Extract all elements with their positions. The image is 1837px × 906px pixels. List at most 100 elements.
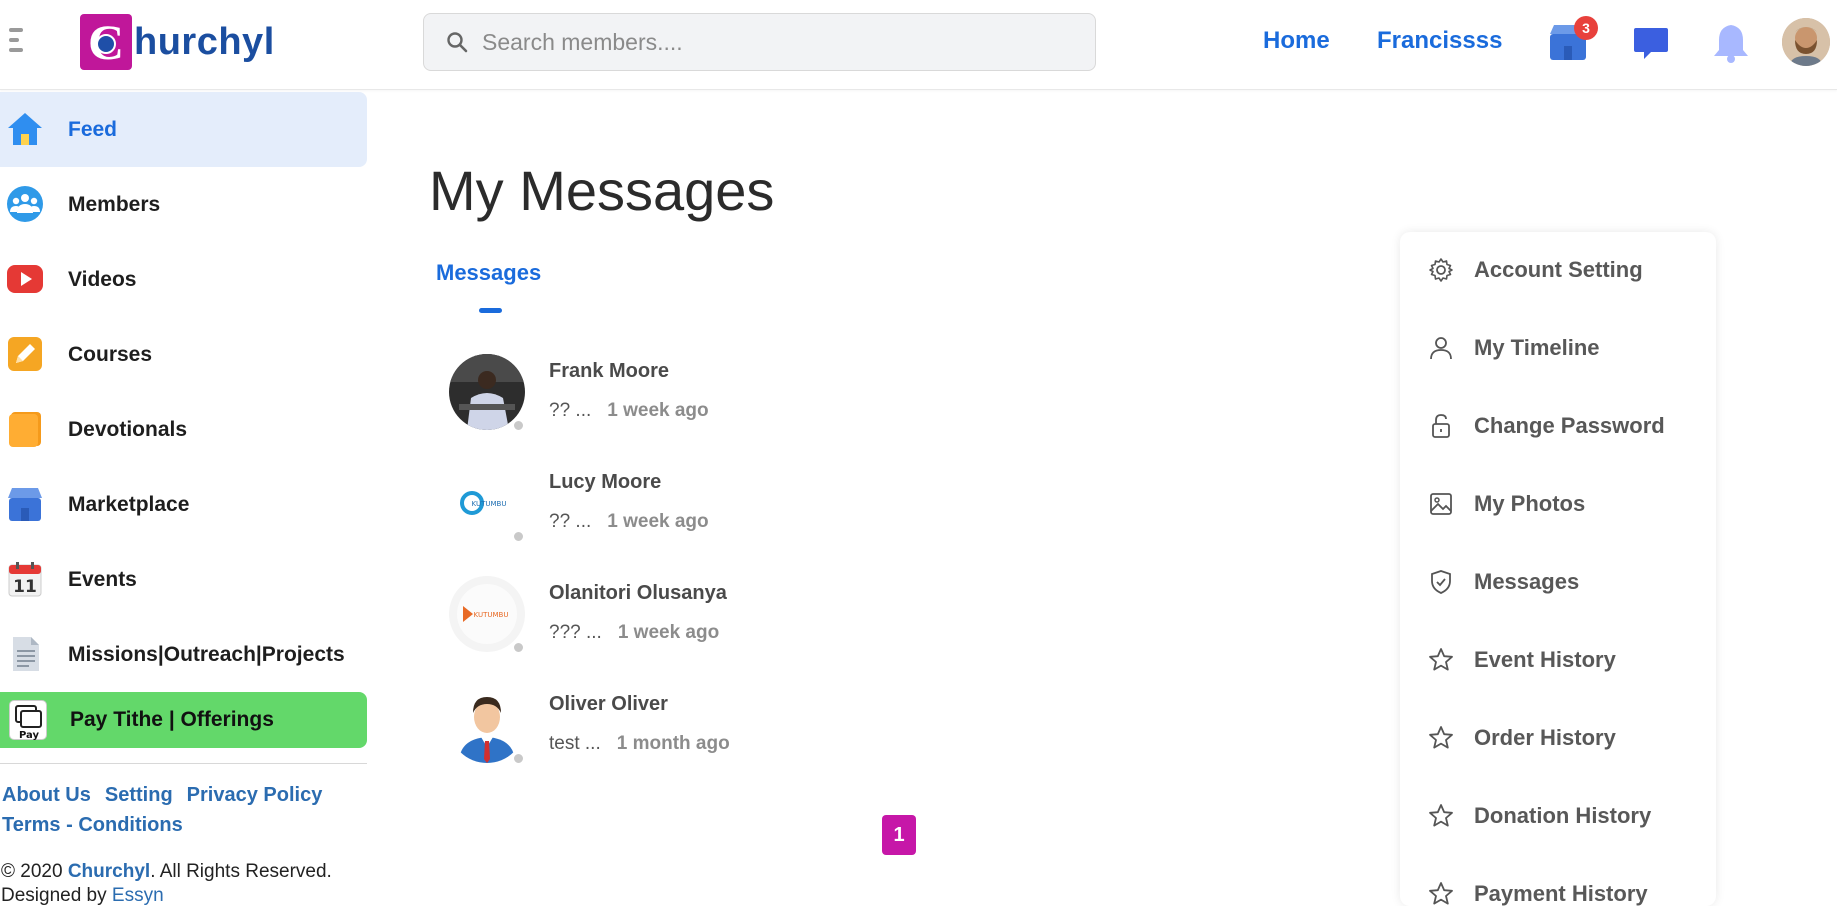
menu-item-my-timeline[interactable]: My Timeline xyxy=(1428,328,1600,368)
sidebar-item-marketplace[interactable]: Marketplace xyxy=(0,467,367,542)
marketplace-store-icon[interactable]: 3 xyxy=(1548,16,1598,62)
menu-item-order-history[interactable]: Order History xyxy=(1428,718,1616,758)
kutumbu-logo-text: KUTUMBU xyxy=(472,500,507,508)
home-icon xyxy=(8,113,42,145)
account-menu: Account Setting My Timeline Change Passw… xyxy=(1400,232,1716,906)
search-bar[interactable] xyxy=(423,13,1096,71)
church-icon xyxy=(96,34,116,54)
sidebar-item-courses[interactable]: Courses xyxy=(0,317,367,392)
members-icon xyxy=(7,186,43,222)
menu-item-label: Order History xyxy=(1474,725,1616,750)
message-sender-name: Frank Moore xyxy=(549,360,670,382)
menu-item-my-photos[interactable]: My Photos xyxy=(1428,484,1585,524)
user-avatar[interactable] xyxy=(1782,18,1830,66)
message-sender-name: Oliver Oliver xyxy=(549,693,668,715)
menu-item-payment-history[interactable]: Payment History xyxy=(1428,874,1648,906)
user-icon xyxy=(1430,337,1452,360)
star-icon xyxy=(1429,726,1453,749)
message-preview: ?? ... 1 week ago xyxy=(549,400,709,422)
message-preview-text: ?? ... xyxy=(549,400,592,421)
footer-link-about[interactable]: About Us xyxy=(2,784,91,806)
sidebar-item-events[interactable]: 11 Events xyxy=(0,542,367,617)
star-icon xyxy=(1429,804,1453,827)
menu-item-donation-history[interactable]: Donation History xyxy=(1428,796,1651,836)
logo-mark: C xyxy=(80,14,132,70)
avatar: KUTUMBU xyxy=(449,576,525,652)
kutumbu-logo-text: KUTUMBU xyxy=(474,611,509,619)
logo-text: hurchyl xyxy=(134,20,275,63)
sidebar-item-videos[interactable]: Videos xyxy=(0,242,367,317)
footer-link-privacy[interactable]: Privacy Policy xyxy=(187,784,323,806)
copyright-prefix: © 2020 xyxy=(1,861,68,882)
sidebar-item-label: Videos xyxy=(68,267,137,291)
menu-item-change-password[interactable]: Change Password xyxy=(1428,406,1665,446)
message-time: 1 week ago xyxy=(607,511,709,532)
sidebar-item-label: Courses xyxy=(68,342,153,366)
courses-pencil-icon xyxy=(8,337,42,371)
tab-messages[interactable]: Messages xyxy=(436,260,541,286)
offline-status-dot xyxy=(513,420,524,431)
sidebar-item-label: Marketplace xyxy=(68,492,190,516)
churchyl-logo[interactable]: C hurchyl xyxy=(80,13,275,71)
notification-bell-icon[interactable] xyxy=(1711,22,1751,63)
image-icon xyxy=(1430,493,1452,515)
offline-status-dot xyxy=(513,531,524,542)
nav-home-link[interactable]: Home xyxy=(1263,27,1330,55)
menu-item-label: My Photos xyxy=(1474,491,1586,516)
message-preview: test ... 1 month ago xyxy=(549,733,730,755)
copyright-brand-link[interactable]: Churchyl xyxy=(68,861,150,882)
search-icon xyxy=(446,31,468,53)
menu-item-label: Donation History xyxy=(1474,803,1652,828)
message-preview: ?? ... 1 week ago xyxy=(549,511,709,533)
tab-active-indicator xyxy=(479,308,502,313)
message-preview: ??? ... 1 week ago xyxy=(549,622,719,644)
calendar-icon: 11 xyxy=(8,562,42,597)
star-icon xyxy=(1429,882,1453,905)
sidebar-item-missions[interactable]: Missions|Outreach|Projects xyxy=(0,617,367,692)
sidebar-item-label: Devotionals xyxy=(68,417,188,441)
hamburger-menu-icon[interactable] xyxy=(9,28,29,56)
message-row[interactable]: Frank Moore ?? ... 1 week ago xyxy=(449,354,1049,454)
message-row[interactable]: Oliver Oliver test ... 1 month ago xyxy=(449,687,1049,787)
sidebar-item-feed[interactable]: Feed xyxy=(0,92,367,167)
menu-item-event-history[interactable]: Event History xyxy=(1428,640,1616,680)
menu-item-label: My Timeline xyxy=(1474,335,1600,360)
book-icon xyxy=(9,412,41,447)
footer-link-terms[interactable]: Terms - Conditions xyxy=(2,814,183,836)
menu-item-label: Event History xyxy=(1474,647,1616,672)
avatar xyxy=(449,354,525,430)
menu-item-label: Change Password xyxy=(1474,413,1665,438)
sidebar-item-members[interactable]: Members xyxy=(0,167,367,242)
star-icon xyxy=(1429,648,1453,671)
message-time: 1 week ago xyxy=(607,400,709,421)
nav-profile-link[interactable]: Francissss xyxy=(1377,27,1502,55)
message-sender-name: Olanitori Olusanya xyxy=(549,582,727,604)
pay-tithe-button[interactable]: Pay Pay Tithe | Offerings xyxy=(0,692,367,748)
footer-links: About Us Setting Privacy Policy Terms - Co… xyxy=(0,780,367,840)
sidebar-item-label: Missions|Outreach|Projects xyxy=(68,642,345,666)
menu-item-messages[interactable]: Messages xyxy=(1428,562,1579,602)
message-row[interactable]: KUTUMBU Lucy Moore ?? ... 1 week ago xyxy=(449,465,1049,565)
pay-tithe-label: Pay Tithe | Offerings xyxy=(70,708,274,731)
avatar: KUTUMBU xyxy=(449,465,525,541)
message-row[interactable]: KUTUMBU Olanitori Olusanya ??? ... 1 week… xyxy=(449,576,1049,676)
designed-by-text: Designed by xyxy=(1,885,112,906)
chat-bubble-icon[interactable] xyxy=(1631,22,1671,62)
message-preview-text: ??? ... xyxy=(549,622,602,643)
offline-status-dot xyxy=(513,753,524,764)
avatar xyxy=(449,687,525,763)
pagination-page-1[interactable]: 1 xyxy=(882,815,916,855)
document-icon xyxy=(13,637,39,671)
sidebar-item-label: Events xyxy=(68,567,137,591)
designer-link[interactable]: Essyn xyxy=(112,885,164,906)
menu-item-account-setting[interactable]: Account Setting xyxy=(1428,250,1643,290)
pay-icon: Pay xyxy=(9,700,47,741)
copyright-suffix: . All Rights Reserved. xyxy=(150,861,332,882)
menu-item-label: Messages xyxy=(1474,569,1580,594)
shield-icon xyxy=(1431,570,1451,594)
search-input[interactable] xyxy=(482,28,1082,56)
left-sidebar: Feed Members Videos Courses Devotionals … xyxy=(0,92,367,906)
copyright: © 2020 Churchyl. All Rights Reserved. De… xyxy=(0,860,367,906)
sidebar-item-devotionals[interactable]: Devotionals xyxy=(0,392,367,467)
footer-link-setting[interactable]: Setting xyxy=(105,784,173,806)
